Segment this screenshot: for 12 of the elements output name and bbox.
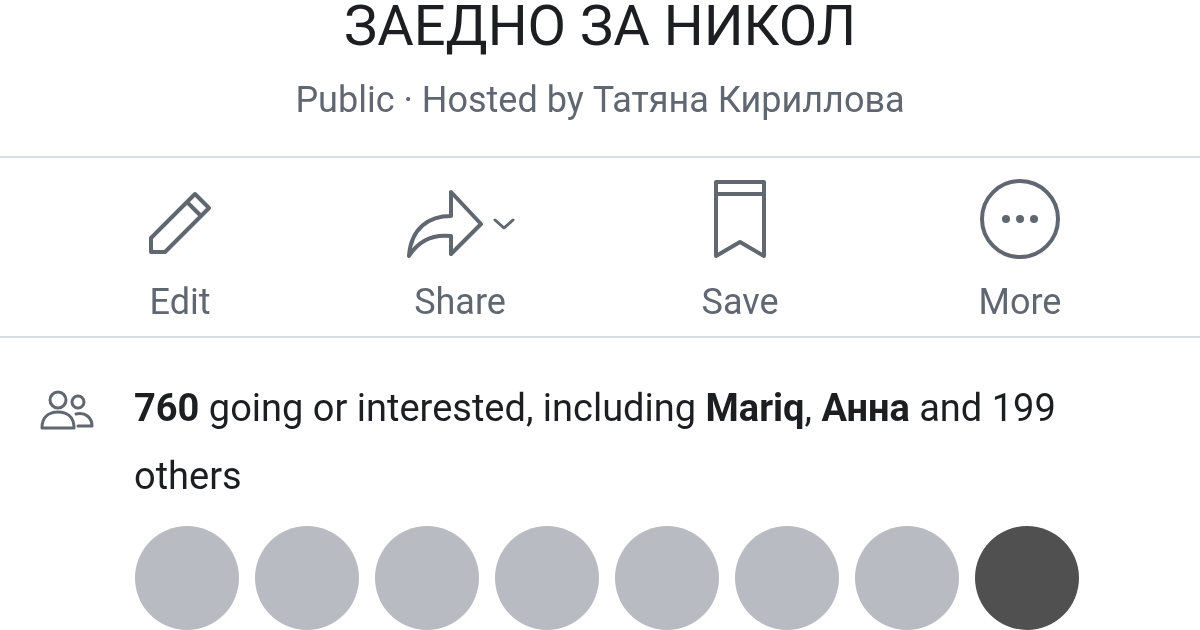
bookmark-icon bbox=[712, 178, 768, 260]
save-button[interactable]: Save bbox=[693, 172, 787, 322]
caret-icon bbox=[493, 218, 515, 230]
more-button[interactable]: More bbox=[970, 172, 1070, 322]
share-arrow-icon bbox=[405, 188, 485, 260]
edit-button[interactable]: Edit bbox=[137, 172, 223, 322]
share-button[interactable]: Share bbox=[397, 172, 523, 322]
event-subtitle: Public · Hosted by Татяна Кириллова bbox=[295, 78, 905, 122]
event-title: ЗАЕДНО ЗА НИКОЛ bbox=[343, 0, 857, 61]
more-icon bbox=[979, 178, 1061, 260]
people-icon bbox=[40, 390, 94, 430]
attendance-text: 760 going or interested, including Mariq, Анна and 199 others bbox=[134, 385, 1057, 500]
